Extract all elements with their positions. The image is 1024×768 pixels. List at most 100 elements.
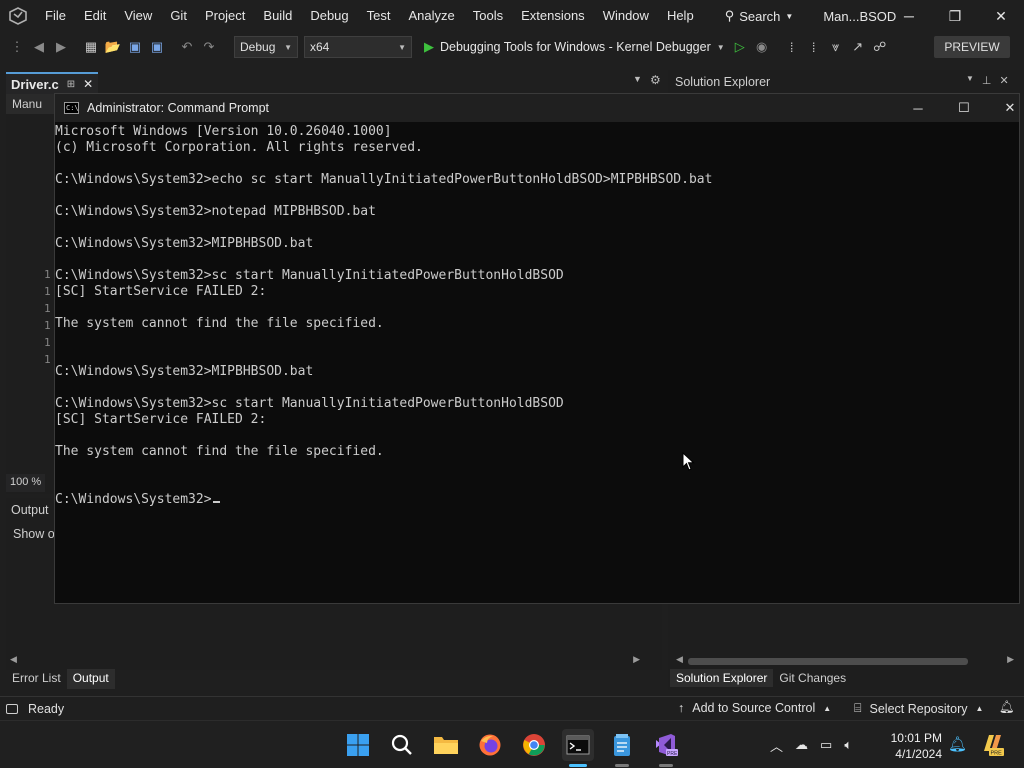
console-line: [SC] StartService FAILED 2: <box>55 412 1019 428</box>
new-project-icon[interactable]: ▦ <box>80 36 102 58</box>
status-icon <box>6 703 18 714</box>
toolbar-grip-icon: ⋮ <box>10 39 24 54</box>
console-line-text: C:\Windows\System32>MIPBHBSOD.bat <box>55 236 314 251</box>
menu-window[interactable]: Window <box>594 0 658 32</box>
menu-test[interactable]: Test <box>358 0 400 32</box>
add-to-source-control-label: Add to Source Control <box>692 701 816 715</box>
volume-icon[interactable]: 🔈︎ <box>844 737 852 753</box>
chrome-icon <box>523 734 545 756</box>
tab-driver-c[interactable]: Driver.c ⊞ ✕ <box>6 72 98 94</box>
menu-debug[interactable]: Debug <box>301 0 357 32</box>
menu-view[interactable]: View <box>115 0 161 32</box>
restore-button[interactable]: ❐ <box>932 0 978 32</box>
forward-icon[interactable]: ▶ <box>50 36 72 58</box>
pin-icon[interactable]: ⊥ <box>982 74 992 87</box>
chevron-down-icon: ▼ <box>716 42 725 52</box>
scroll-right-icon[interactable]: ▶ <box>1007 654 1014 665</box>
cmd-maximize-button[interactable]: ☐ <box>941 94 987 122</box>
close-icon[interactable]: ✕ <box>1000 74 1009 87</box>
menu-extensions[interactable]: Extensions <box>512 0 594 32</box>
tab-git-changes[interactable]: Git Changes <box>773 669 852 687</box>
close-icon[interactable]: ✕ <box>83 77 93 91</box>
select-repository-button[interactable]: ⌸ Select Repository ▲ <box>854 701 983 716</box>
cmd-close-button[interactable]: ✕ <box>987 94 1024 122</box>
scroll-thumb[interactable] <box>688 658 968 665</box>
open-file-icon[interactable]: 📂 <box>102 36 124 58</box>
menu-git[interactable]: Git <box>161 0 196 32</box>
horizontal-scrollbar[interactable]: ◀ ▶ <box>674 654 1016 668</box>
cmd-minimize-button[interactable]: ─ <box>895 94 941 122</box>
terminal-button[interactable] <box>562 729 594 767</box>
redo-icon[interactable]: ↷ <box>198 36 220 58</box>
minimize-button[interactable]: ─ <box>886 0 932 32</box>
svg-text:PRE: PRE <box>667 751 678 757</box>
menu-edit[interactable]: Edit <box>75 0 115 32</box>
running-app-indicator <box>615 764 629 767</box>
back-icon[interactable]: ◀ <box>28 36 50 58</box>
onedrive-icon[interactable]: ☁ <box>795 737 808 753</box>
zoom-level[interactable]: 100 % <box>6 474 46 492</box>
menu-build[interactable]: Build <box>254 0 301 32</box>
preview-badge[interactable]: PREVIEW <box>934 36 1010 58</box>
document-tab-row: Driver.c ⊞ ✕ ▼ ⚙ <box>0 70 668 94</box>
filter-icon[interactable]: ⩔ <box>825 36 847 58</box>
chevron-down-icon[interactable]: ▼ <box>633 74 642 84</box>
notepad-button[interactable] <box>606 729 638 767</box>
menu-file[interactable]: File <box>36 0 75 32</box>
console-line: C:\Windows\System32>MIPBHBSOD.bat <box>55 364 1019 380</box>
start-debugging-button[interactable]: ▶ Debugging Tools for Windows - Kernel D… <box>424 39 725 55</box>
undo-icon[interactable]: ↶ <box>176 36 198 58</box>
scroll-left-icon[interactable]: ◀ <box>676 654 683 665</box>
tab-error-list[interactable]: Error List <box>6 669 67 689</box>
configuration-dropdown[interactable]: Debug ▼ <box>234 36 298 58</box>
save-icon[interactable]: ▣ <box>124 36 146 58</box>
copilot-preview-icon[interactable]: PRE <box>980 731 1004 757</box>
horizontal-scrollbar[interactable]: ◀ ▶ <box>8 654 642 668</box>
close-button[interactable]: ✕ <box>978 0 1024 32</box>
cmd-console-output[interactable]: Microsoft Windows [Version 10.0.26040.10… <box>55 124 1019 603</box>
scroll-right-icon[interactable]: ▶ <box>633 654 640 665</box>
start-without-debugging-icon[interactable]: ▷ <box>729 36 751 58</box>
taskbar-search-button[interactable] <box>386 729 418 761</box>
tab-solution-explorer[interactable]: Solution Explorer <box>670 669 774 687</box>
scroll-left-icon[interactable]: ◀ <box>10 654 17 665</box>
arrow-up-icon: ↑ <box>678 701 685 715</box>
menu-analyze[interactable]: Analyze <box>399 0 463 32</box>
feedback-icon[interactable]: ☍ <box>869 36 891 58</box>
step-icon[interactable]: ⁞ <box>781 36 803 58</box>
network-icon[interactable]: ▭ <box>820 737 832 753</box>
notification-bell-icon[interactable]: 🔔︎ <box>948 735 967 753</box>
save-all-icon[interactable]: ▣ <box>146 36 168 58</box>
console-line: C:\Windows\System32>MIPBHBSOD.bat <box>55 236 1019 252</box>
taskbar-clock[interactable]: 10:01 PM 4/1/2024 <box>886 730 942 762</box>
notification-bell-icon[interactable]: 🔔︎ <box>999 700 1015 715</box>
search-button[interactable]: ⚲ Search ▼ <box>717 4 802 28</box>
pin-icon[interactable]: ⊞ <box>67 79 75 90</box>
add-to-source-control-button[interactable]: ↑ Add to Source Control ▲ <box>678 701 831 715</box>
menu-tools[interactable]: Tools <box>464 0 512 32</box>
chrome-button[interactable] <box>518 729 550 761</box>
step-over-icon[interactable]: ⁞ <box>803 36 825 58</box>
console-line: The system cannot find the file specifie… <box>55 316 1019 332</box>
tab-output[interactable]: Output <box>66 669 115 689</box>
chevron-down-icon[interactable]: ▼ <box>966 74 974 87</box>
cmd-title-bar[interactable]: C:\ Administrator: Command Prompt ─ ☐ ✕ <box>55 94 1019 122</box>
project-dropdown[interactable]: Manu <box>12 97 42 111</box>
gear-icon[interactable]: ⚙ <box>650 73 661 87</box>
menu-help[interactable]: Help <box>658 0 703 32</box>
console-line: C:\Windows\System32> <box>55 492 1019 508</box>
share-icon[interactable]: ↗ <box>847 36 869 58</box>
visual-studio-button[interactable]: PRE <box>650 729 682 767</box>
firefox-button[interactable] <box>474 729 506 761</box>
platform-dropdown[interactable]: x64 ▼ <box>304 36 412 58</box>
file-explorer-button[interactable] <box>430 729 462 761</box>
start-button[interactable] <box>342 729 374 761</box>
chevron-up-icon[interactable]: ︿ <box>770 736 783 755</box>
menu-project[interactable]: Project <box>196 0 254 32</box>
hot-reload-icon[interactable]: ◉ <box>751 36 773 58</box>
